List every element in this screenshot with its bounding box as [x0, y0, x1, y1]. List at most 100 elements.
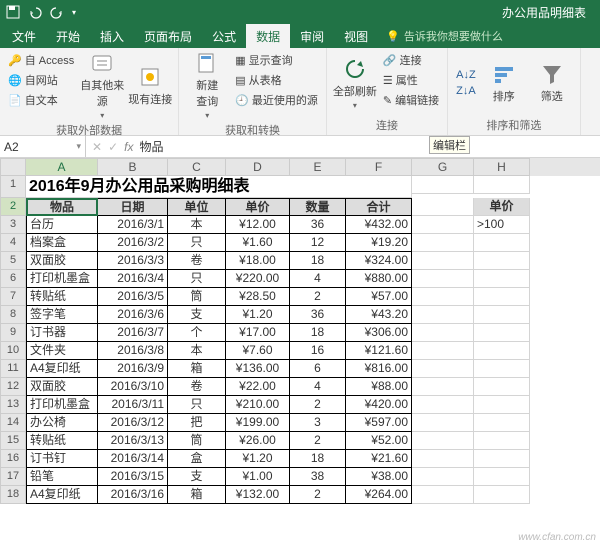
cell[interactable]: ¥420.00: [346, 396, 412, 414]
tab-review[interactable]: 审阅: [290, 24, 334, 48]
row-header[interactable]: 9: [0, 324, 26, 342]
cell[interactable]: [412, 306, 474, 324]
cell[interactable]: 2016/3/15: [98, 468, 168, 486]
cell[interactable]: 订书钉: [26, 450, 98, 468]
cell[interactable]: 转贴纸: [26, 432, 98, 450]
cell[interactable]: 6: [290, 360, 346, 378]
col-header-F[interactable]: F: [346, 158, 412, 176]
chevron-down-icon[interactable]: ▾: [76, 141, 81, 152]
cell[interactable]: ¥22.00: [226, 378, 290, 396]
cell[interactable]: 18: [290, 450, 346, 468]
cell[interactable]: 单价: [226, 198, 290, 216]
cell[interactable]: 38: [290, 468, 346, 486]
cell[interactable]: ¥26.00: [226, 432, 290, 450]
cell[interactable]: [474, 342, 530, 360]
col-header-D[interactable]: D: [226, 158, 290, 176]
cell[interactable]: 合计: [346, 198, 412, 216]
tab-formulas[interactable]: 公式: [202, 24, 246, 48]
cell[interactable]: 只: [168, 270, 226, 288]
row-header[interactable]: 12: [0, 378, 26, 396]
cell[interactable]: ¥19.20: [346, 234, 412, 252]
tab-file[interactable]: 文件: [2, 24, 46, 48]
cell[interactable]: 支: [168, 306, 226, 324]
row-header[interactable]: 1: [0, 176, 26, 198]
cell[interactable]: ¥28.50: [226, 288, 290, 306]
cell[interactable]: 办公椅: [26, 414, 98, 432]
cell[interactable]: ¥136.00: [226, 360, 290, 378]
cell[interactable]: 12: [290, 234, 346, 252]
existing-connections-button[interactable]: 现有连接: [128, 51, 172, 120]
cell[interactable]: 2016/3/7: [98, 324, 168, 342]
cell[interactable]: 档案盒: [26, 234, 98, 252]
cell[interactable]: 打印机墨盒: [26, 396, 98, 414]
cell[interactable]: [412, 342, 474, 360]
cell[interactable]: 打印机墨盒: [26, 270, 98, 288]
row-header[interactable]: 2: [0, 198, 26, 216]
cell[interactable]: 箱: [168, 360, 226, 378]
edit-links-button[interactable]: ✎编辑链接: [381, 91, 441, 109]
cell[interactable]: 个: [168, 324, 226, 342]
save-icon[interactable]: [6, 5, 20, 19]
select-all-corner[interactable]: [0, 158, 26, 176]
cell[interactable]: [474, 306, 530, 324]
cell[interactable]: [412, 198, 474, 216]
cell[interactable]: ¥43.20: [346, 306, 412, 324]
sort-desc-button[interactable]: Z↓A: [454, 84, 478, 98]
cell[interactable]: 2016/3/4: [98, 270, 168, 288]
tab-view[interactable]: 视图: [334, 24, 378, 48]
cell[interactable]: 18: [290, 252, 346, 270]
cell[interactable]: 本: [168, 216, 226, 234]
tab-data[interactable]: 数据: [246, 24, 290, 48]
cell[interactable]: >100: [474, 216, 530, 234]
cell[interactable]: 双面胶: [26, 252, 98, 270]
row-header[interactable]: 15: [0, 432, 26, 450]
refresh-all-button[interactable]: 全部刷新▾: [333, 51, 377, 115]
tab-insert[interactable]: 插入: [90, 24, 134, 48]
from-table-button[interactable]: ▤从表格: [233, 71, 320, 89]
show-queries-button[interactable]: ▦显示查询: [233, 51, 320, 69]
spreadsheet-grid[interactable]: A B C D E F G H 12016年9月办公用品采购明细表2物品日期单位…: [0, 158, 600, 504]
cell[interactable]: [412, 360, 474, 378]
tab-page-layout[interactable]: 页面布局: [134, 24, 202, 48]
recent-sources-button[interactable]: 🕘最近使用的源: [233, 91, 320, 109]
cell[interactable]: ¥880.00: [346, 270, 412, 288]
cell[interactable]: [474, 414, 530, 432]
cell[interactable]: [474, 468, 530, 486]
cell[interactable]: 36: [290, 216, 346, 234]
cell[interactable]: 18: [290, 324, 346, 342]
row-header[interactable]: 6: [0, 270, 26, 288]
cell[interactable]: 2016/3/6: [98, 306, 168, 324]
cell[interactable]: A4复印纸: [26, 360, 98, 378]
cell[interactable]: 2: [290, 396, 346, 414]
cell[interactable]: [474, 252, 530, 270]
cell[interactable]: [474, 486, 530, 504]
cell[interactable]: 日期: [98, 198, 168, 216]
cell[interactable]: 支: [168, 468, 226, 486]
cell[interactable]: 只: [168, 234, 226, 252]
col-header-C[interactable]: C: [168, 158, 226, 176]
cell[interactable]: 订书器: [26, 324, 98, 342]
undo-icon[interactable]: [28, 5, 42, 19]
cell[interactable]: 本: [168, 342, 226, 360]
cell[interactable]: 2016/3/3: [98, 252, 168, 270]
cell[interactable]: [412, 270, 474, 288]
col-header-H[interactable]: H: [474, 158, 530, 176]
cell[interactable]: ¥597.00: [346, 414, 412, 432]
cell[interactable]: [412, 450, 474, 468]
cell[interactable]: [412, 414, 474, 432]
cell[interactable]: [412, 396, 474, 414]
name-box[interactable]: A2 ▾: [0, 136, 86, 157]
row-header[interactable]: 11: [0, 360, 26, 378]
cell[interactable]: 2016/3/5: [98, 288, 168, 306]
cell[interactable]: 签字笔: [26, 306, 98, 324]
cell[interactable]: ¥1.00: [226, 468, 290, 486]
cell[interactable]: [474, 450, 530, 468]
cell[interactable]: ¥324.00: [346, 252, 412, 270]
cell[interactable]: [474, 396, 530, 414]
new-query-button[interactable]: 新建 查询▾: [185, 51, 229, 120]
row-header[interactable]: 7: [0, 288, 26, 306]
row-header[interactable]: 10: [0, 342, 26, 360]
cell[interactable]: ¥1.20: [226, 450, 290, 468]
cell[interactable]: 筒: [168, 432, 226, 450]
properties-button[interactable]: ☰属性: [381, 71, 441, 89]
